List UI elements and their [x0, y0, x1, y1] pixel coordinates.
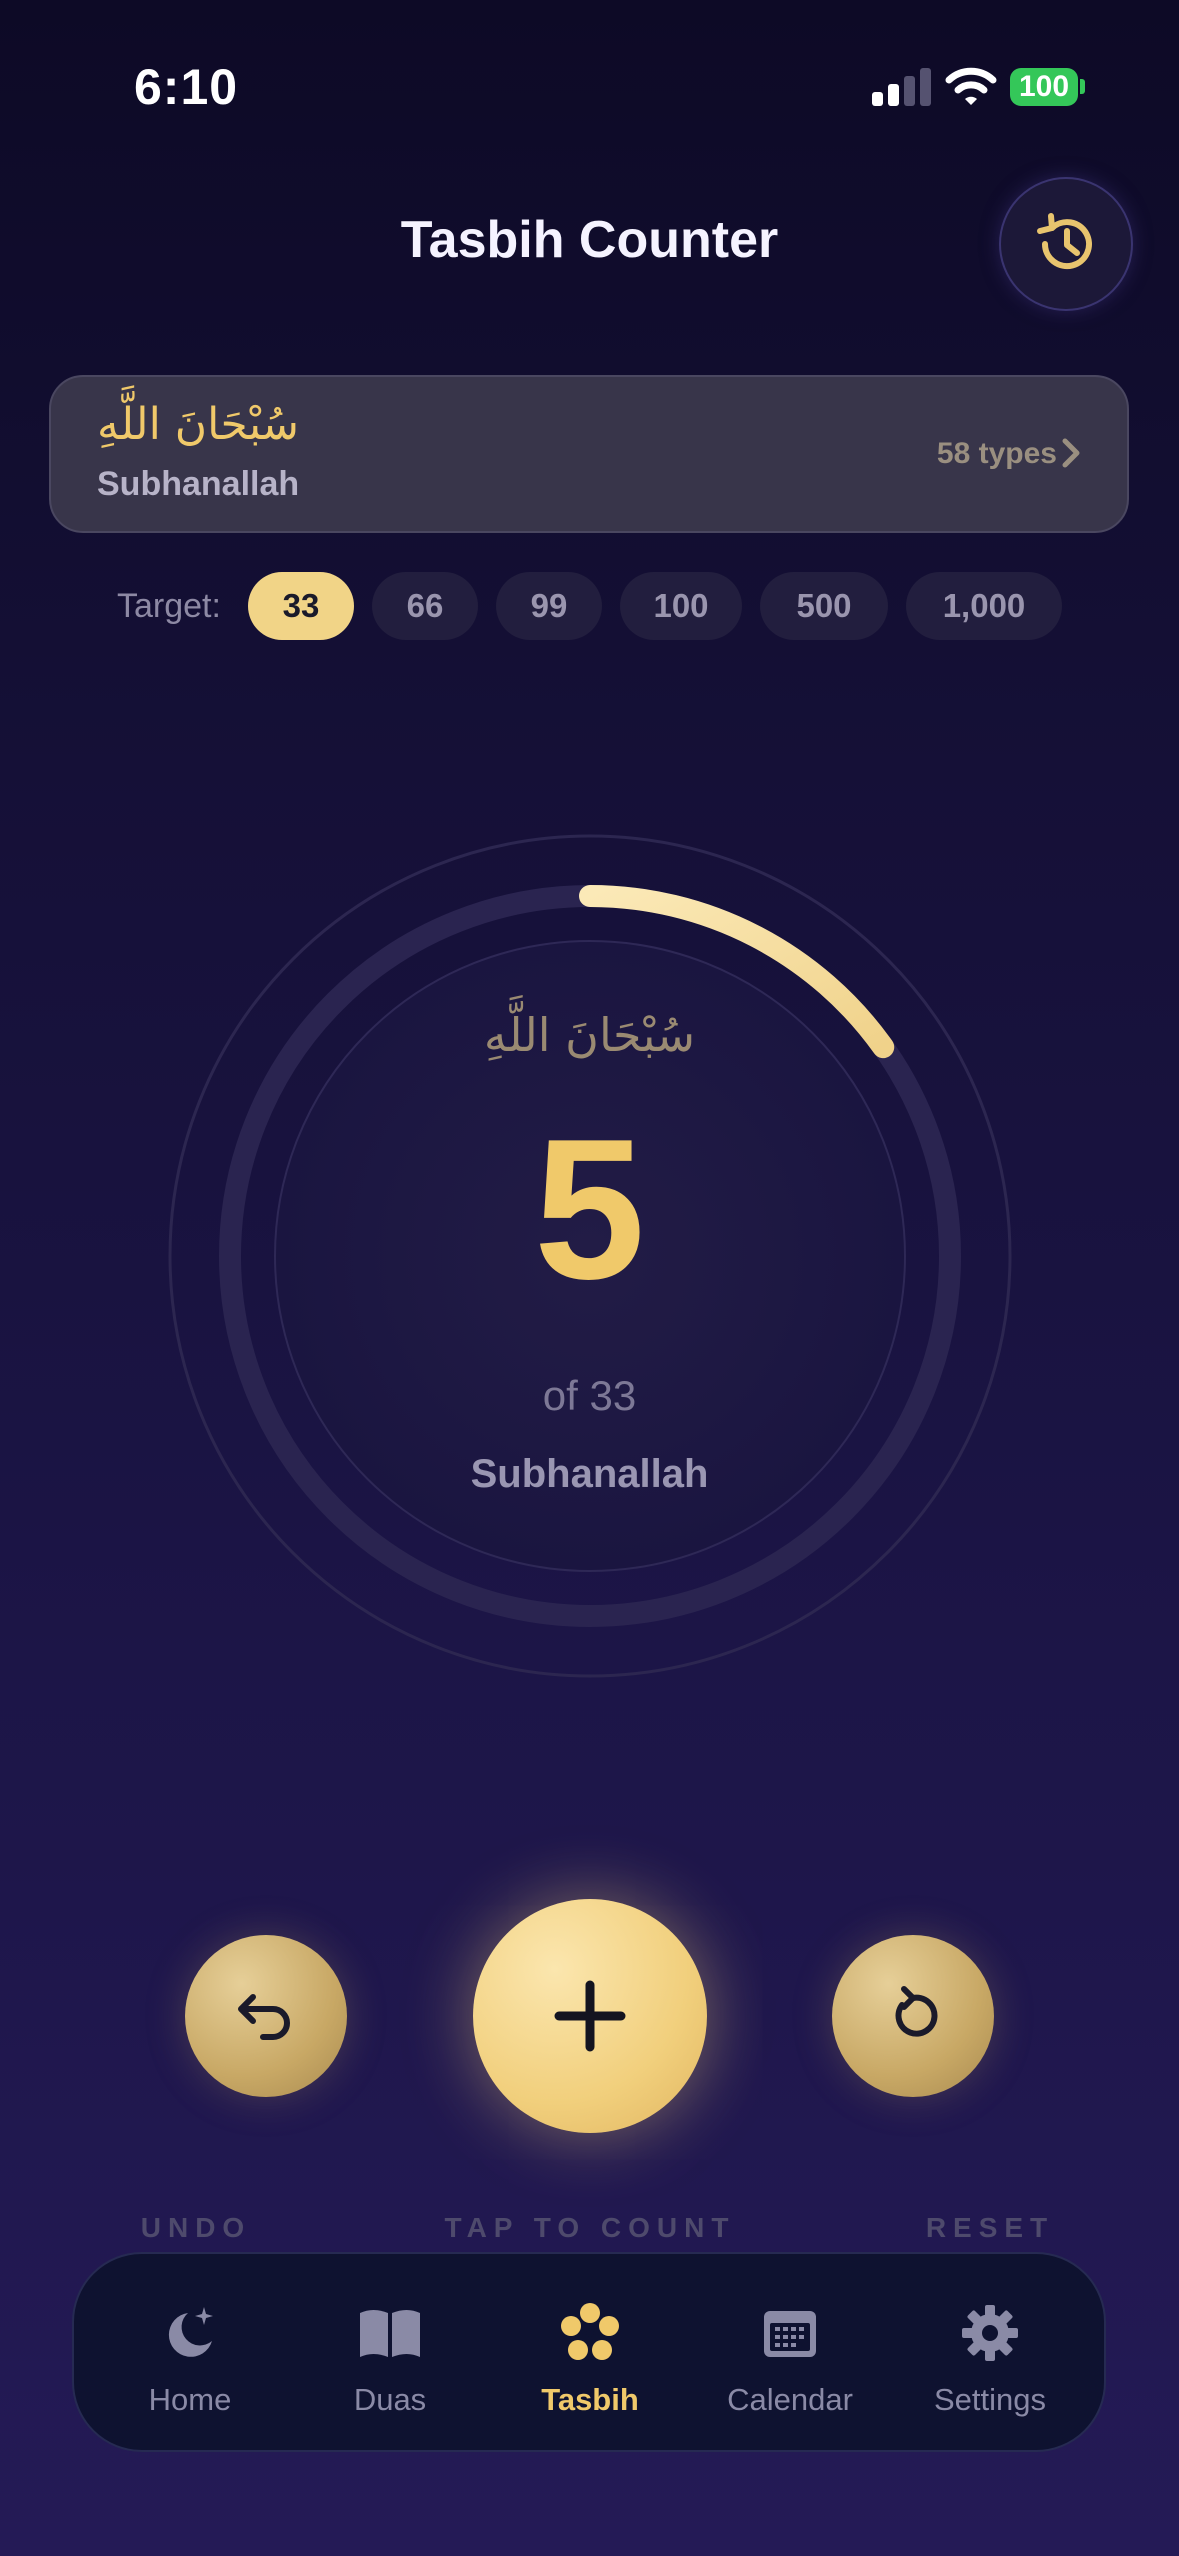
tab-bar: Home Duas Tasbih Calendar Settings [72, 2252, 1106, 2452]
tab-home[interactable]: Home [90, 2254, 290, 2450]
counter-arabic-text: سُبْحَانَ اللَّهِ [483, 1008, 696, 1062]
tab-tasbih[interactable]: Tasbih [490, 2254, 690, 2450]
target-option-66[interactable]: 66 [372, 572, 478, 640]
target-option-1000[interactable]: 1,000 [906, 572, 1062, 640]
status-time: 6:10 [134, 59, 239, 115]
reset-icon [895, 1986, 938, 2037]
battery-indicator: 100 [1010, 68, 1078, 106]
history-icon [1037, 213, 1092, 270]
gear-icon [955, 2298, 1025, 2368]
counter-transliteration: Subhanallah [470, 1452, 709, 1496]
history-button[interactable] [999, 177, 1133, 311]
tab-calendar-label: Calendar [727, 2382, 853, 2417]
target-option-500[interactable]: 500 [760, 572, 888, 640]
wifi-icon [945, 64, 997, 108]
reset-button[interactable] [832, 1935, 994, 2097]
tab-duas[interactable]: Duas [290, 2254, 490, 2450]
count-value: 5 [533, 1098, 646, 1321]
undo-icon [238, 1994, 290, 2040]
count-button[interactable] [473, 1899, 707, 2133]
battery-tip [1080, 79, 1085, 94]
dhikr-selector-card[interactable]: سُبْحَانَ اللَّهِ Subhanallah 58 types [49, 375, 1129, 533]
prayer-beads-icon [555, 2298, 625, 2368]
cellular-signal-icon [872, 66, 932, 106]
reset-label: RESET [925, 2212, 1055, 2243]
count-target: of 33 [542, 1372, 637, 1419]
tab-tasbih-label: Tasbih [541, 2382, 639, 2417]
target-option-100[interactable]: 100 [620, 572, 742, 640]
tab-calendar[interactable]: Calendar [690, 2254, 890, 2450]
target-option-33[interactable]: 33 [248, 572, 354, 640]
chevron-right-icon [1062, 438, 1080, 468]
tab-settings-label: Settings [933, 2382, 1046, 2417]
target-option-99[interactable]: 99 [496, 572, 602, 640]
calendar-icon [755, 2298, 825, 2368]
dhikr-transliteration: Subhanallah [97, 465, 300, 503]
tab-duas-label: Duas [353, 2382, 427, 2417]
plus-icon [554, 1980, 626, 2052]
dhikr-arabic-text: سُبْحَانَ اللَّهِ [97, 399, 300, 450]
target-label: Target: [117, 587, 221, 625]
tab-home-label: Home [148, 2382, 232, 2417]
book-open-icon [355, 2298, 425, 2368]
tab-settings[interactable]: Settings [890, 2254, 1090, 2450]
undo-label: UNDO [140, 2212, 252, 2243]
undo-button[interactable] [185, 1935, 347, 2097]
dhikr-types-count: 58 types [936, 437, 1057, 470]
tap-to-count-label: TAP TO COUNT [444, 2212, 736, 2243]
moon-stars-icon [155, 2298, 225, 2368]
